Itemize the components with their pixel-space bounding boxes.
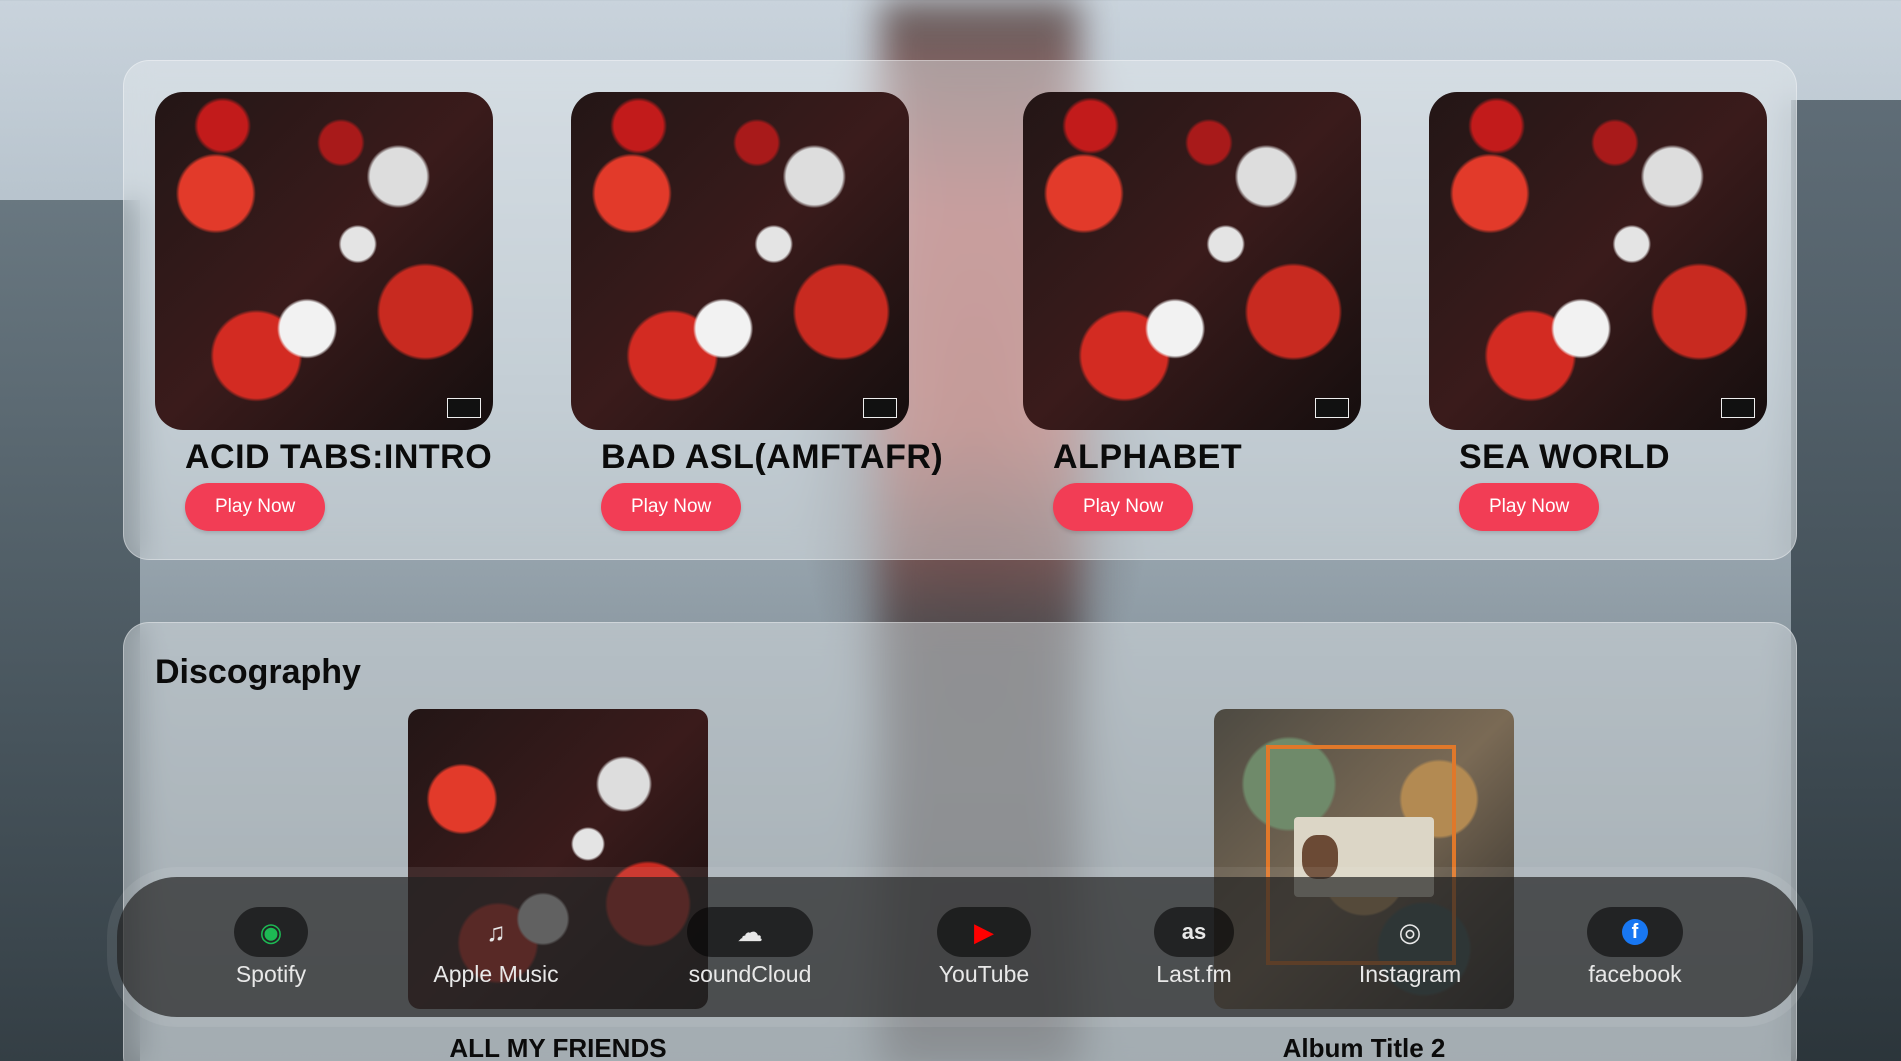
social-label: Spotify <box>235 961 307 987</box>
social-link-youtube[interactable]: ▶ YouTube <box>937 907 1031 988</box>
facebook-icon: f <box>1587 907 1683 957</box>
track-title: BAD ASL(AMFTAFR) <box>601 438 944 476</box>
album-title: Album Title 2 <box>1282 1033 1446 1061</box>
discography-heading: Discography <box>155 653 361 691</box>
social-label: facebook <box>1588 961 1682 987</box>
play-now-button[interactable]: Play Now <box>1053 483 1194 531</box>
social-link-lastfm[interactable]: as Last.fm <box>1154 907 1234 988</box>
id-card-photo <box>1302 835 1338 879</box>
play-now-button[interactable]: Play Now <box>601 483 742 531</box>
track-card: ALPHABET Play Now <box>1023 92 1443 531</box>
track-title: SEA WORLD <box>1459 438 1671 476</box>
social-link-apple-music[interactable]: ♫ Apple Music <box>433 907 558 988</box>
social-label: Instagram <box>1358 961 1462 987</box>
play-now-button[interactable]: Play Now <box>185 483 326 531</box>
track-title: ALPHABET <box>1053 438 1243 476</box>
track-cover[interactable] <box>155 92 493 430</box>
track-card: SEA WORLD Play Now <box>1429 92 1849 531</box>
social-label: Last.fm <box>1156 961 1232 987</box>
track-card: ACID TABS:INTRO Play Now <box>155 92 575 531</box>
parental-advisory-label <box>863 398 897 418</box>
social-link-spotify[interactable]: ◉ Spotify <box>234 907 308 988</box>
track-cover[interactable] <box>1023 92 1361 430</box>
track-title: ACID TABS:INTRO <box>185 438 493 476</box>
music-note-icon: ♫ <box>486 917 506 947</box>
track-cover[interactable] <box>571 92 909 430</box>
social-label: soundCloud <box>688 961 812 987</box>
parental-advisory-label <box>1315 398 1349 418</box>
featured-tracks-panel: ACID TABS:INTRO Play Now BAD ASL(AMFTAFR… <box>123 60 1797 560</box>
track-card: BAD ASL(AMFTAFR) Play Now <box>571 92 991 531</box>
spotify-icon: ◉ <box>234 907 308 957</box>
social-links-bar: ◉ Spotify ♫ Apple Music ☁ soundCloud ▶ Y… <box>117 877 1803 1017</box>
social-link-instagram[interactable]: ◎ Instagram <box>1359 907 1461 988</box>
social-link-facebook[interactable]: f facebook <box>1587 907 1683 988</box>
play-now-button[interactable]: Play Now <box>1459 483 1600 531</box>
lastfm-icon: as <box>1154 907 1234 957</box>
track-cover[interactable] <box>1429 92 1767 430</box>
social-link-soundcloud[interactable]: ☁ soundCloud <box>687 907 813 988</box>
cloud-icon: ☁ <box>687 907 813 957</box>
social-label: Apple Music <box>433 961 559 987</box>
youtube-icon: ▶ <box>937 907 1031 957</box>
album-title: ALL MY FRIENDS <box>449 1033 667 1061</box>
social-label: YouTube <box>938 961 1030 987</box>
instagram-icon: ◎ <box>1398 917 1422 947</box>
parental-advisory-label <box>1721 398 1755 418</box>
parental-advisory-label <box>447 398 481 418</box>
